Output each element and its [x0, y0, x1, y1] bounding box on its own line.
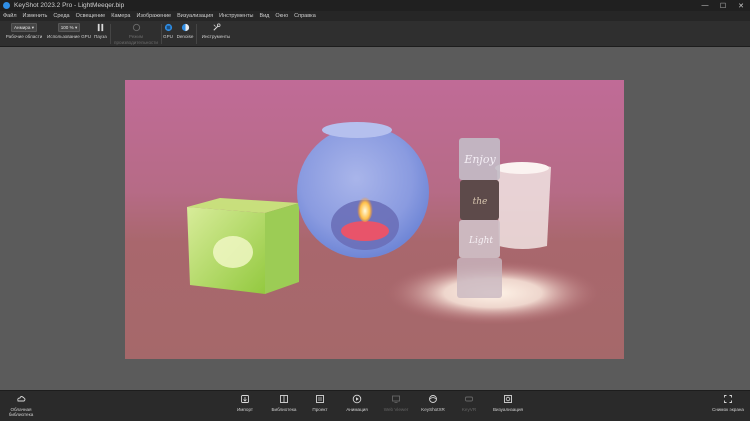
- import-icon: [241, 395, 249, 403]
- menu-edit[interactable]: Изменить: [23, 13, 48, 19]
- library-button[interactable]: Библиотека: [267, 394, 301, 412]
- menu-camera[interactable]: Камера: [111, 13, 130, 19]
- denoise-toggle[interactable]: Denoise: [176, 23, 194, 40]
- animation-button[interactable]: Анимация: [343, 394, 371, 412]
- menu-tools[interactable]: Инструменты: [219, 13, 253, 19]
- project-icon: [316, 395, 324, 403]
- menu-lighting[interactable]: Освещение: [76, 13, 106, 19]
- minimize-button[interactable]: —: [696, 0, 714, 11]
- ribbon-toolbar: Анмира ▾ Рабочие области 100 % ▾ Использ…: [0, 21, 750, 47]
- menu-bar: Файл Изменить Среда Освещение Камера Изо…: [0, 11, 750, 21]
- denoise-icon: [181, 23, 189, 32]
- workspace-label: Рабочие области: [5, 34, 43, 39]
- project-button[interactable]: Проект: [309, 394, 331, 412]
- menu-file[interactable]: Файл: [3, 13, 17, 19]
- gpu-usage-label: Использование GPU: [46, 34, 92, 39]
- candle-flame: [357, 194, 373, 222]
- gpu-usage-dropdown[interactable]: 100 % ▾: [57, 23, 81, 32]
- gpu-icon: [164, 23, 172, 32]
- cube-text-top: Enjoy: [463, 153, 496, 166]
- window-title: KeyShot 2023.2 Pro - LightMeeqer.bip: [14, 2, 125, 9]
- ribbon-separator: [110, 24, 111, 44]
- cloud-library-icon: [17, 396, 26, 402]
- cloud-library-button[interactable]: Облачная библиотека: [4, 394, 38, 417]
- keyvr-button[interactable]: KeyVR: [458, 394, 480, 412]
- performance-icon: [132, 23, 140, 32]
- import-button[interactable]: Импорт: [232, 394, 258, 412]
- menu-window[interactable]: Окно: [275, 13, 288, 19]
- rendered-image[interactable]: Enjoy the Light: [125, 80, 624, 359]
- keyshot-logo-icon: [3, 2, 10, 9]
- library-icon: [280, 395, 288, 403]
- menu-environment[interactable]: Среда: [53, 13, 69, 19]
- tools-button[interactable]: Инструменты: [199, 23, 233, 40]
- candle-holder: [341, 221, 389, 241]
- title-bar: KeyShot 2023.2 Pro - LightMeeqer.bip — ☐…: [0, 0, 750, 11]
- bottom-toolbar: Облачная библиотека Импорт Библиотека Пр…: [0, 390, 750, 421]
- cube-text-bottom: Light: [468, 236, 493, 246]
- menu-help[interactable]: Справка: [294, 13, 316, 19]
- ribbon-separator: [196, 24, 197, 44]
- performance-mode-button[interactable]: Режим производительности: [113, 23, 159, 45]
- real-time-viewport[interactable]: Enjoy the Light: [0, 47, 750, 390]
- maximize-button[interactable]: ☐: [714, 0, 732, 11]
- render-scene: Enjoy the Light: [187, 122, 601, 325]
- gpu-toggle[interactable]: GPU: [162, 23, 174, 40]
- keyvr-icon: [465, 396, 473, 402]
- close-button[interactable]: ✕: [732, 0, 750, 11]
- green-cube-glow: [213, 236, 253, 268]
- menu-image[interactable]: Изображение: [136, 13, 171, 19]
- frosted-glass-rim: [495, 162, 549, 174]
- cube-text-middle: the: [473, 197, 488, 207]
- screenshot-button[interactable]: Снимок экрана: [710, 394, 746, 412]
- frosted-candle-glass: [497, 163, 551, 249]
- animation-icon: [352, 394, 362, 404]
- web-viewer-icon: [392, 395, 400, 403]
- keyshotxr-icon: [429, 395, 437, 403]
- glass-cube-bottom: [457, 258, 502, 298]
- window-controls: — ☐ ✕: [696, 0, 750, 11]
- sphere-opening: [322, 122, 392, 138]
- render-icon: [504, 395, 512, 403]
- workspace-dropdown[interactable]: Анмира ▾: [10, 23, 38, 32]
- screenshot-icon: [724, 395, 732, 403]
- gpu-usage-group: 100 % ▾ Использование GPU: [46, 23, 92, 40]
- pause-icon: [97, 23, 103, 32]
- render-button[interactable]: Визуализация: [490, 394, 526, 412]
- menu-render[interactable]: Визуализация: [177, 13, 213, 19]
- menu-view[interactable]: Вид: [259, 13, 269, 19]
- keyshotxr-button[interactable]: KeyShotXR: [419, 394, 447, 412]
- tools-icon: [212, 23, 220, 31]
- green-cube-side: [265, 203, 299, 294]
- workspace-group: Анмира ▾ Рабочие области: [4, 23, 44, 40]
- pause-button[interactable]: Пауза: [94, 23, 107, 40]
- web-viewer-button[interactable]: Web Viewer: [380, 394, 412, 412]
